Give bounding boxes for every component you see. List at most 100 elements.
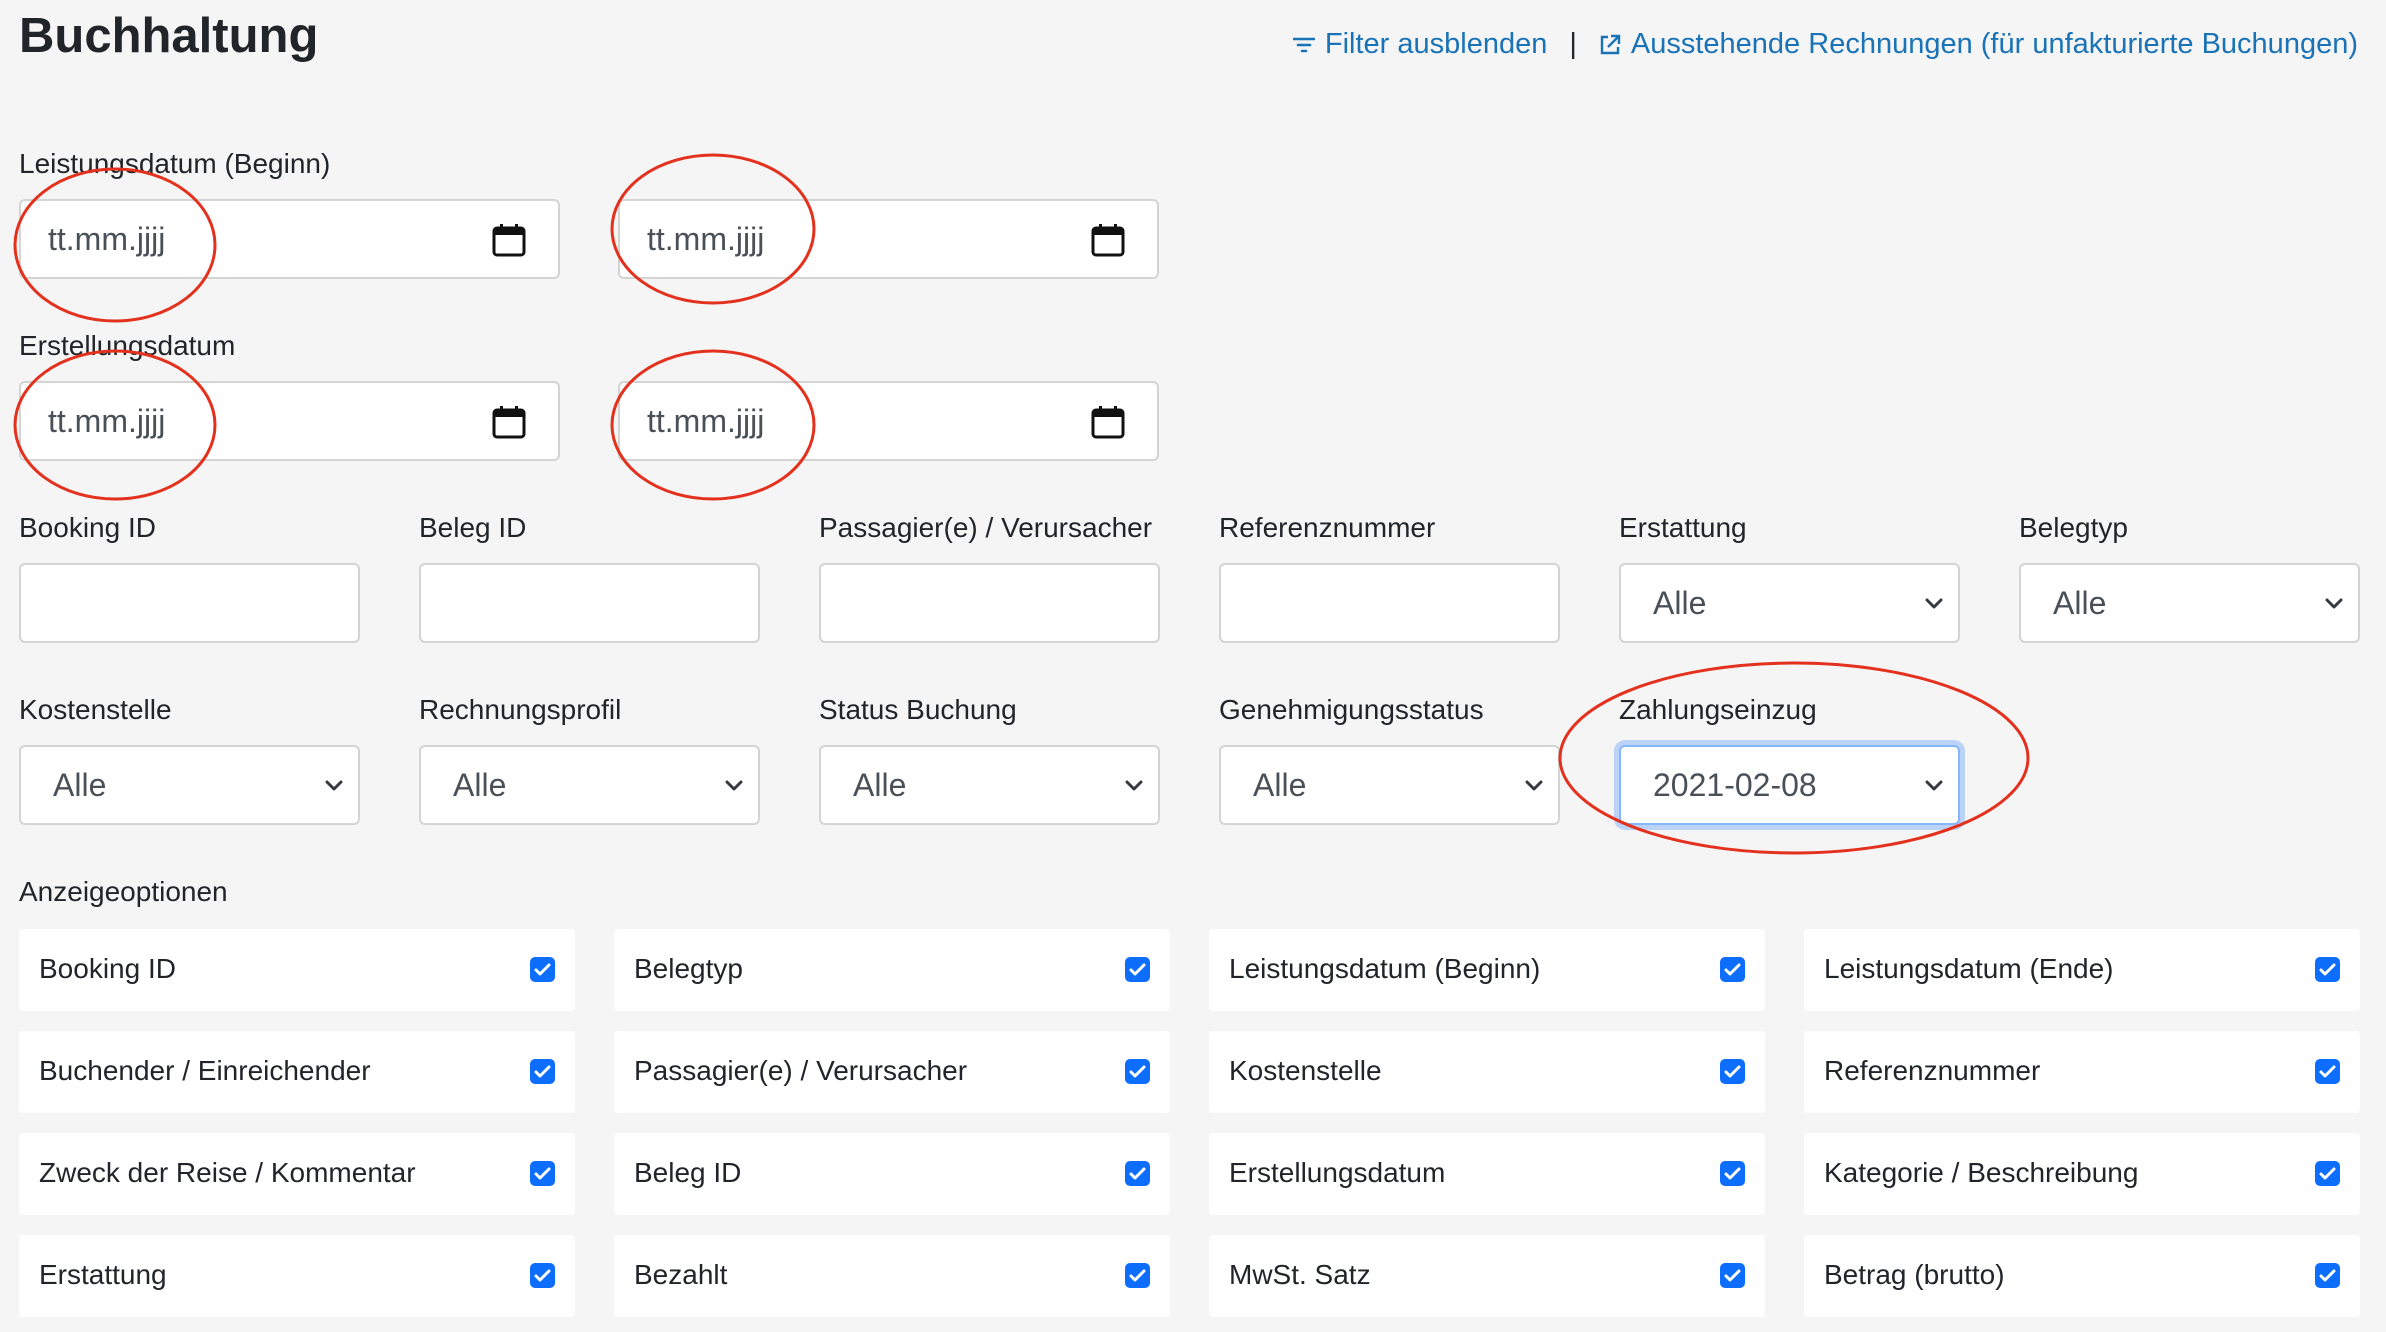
- checkmark-icon: [1129, 1167, 1146, 1180]
- display-option-item[interactable]: Referenznummer: [1804, 1031, 2360, 1113]
- leistungsdatum-label: Leistungsdatum (Beginn): [19, 148, 331, 179]
- booking-id-label: Booking ID: [19, 512, 156, 543]
- rechnungsprofil-select[interactable]: Alle: [419, 745, 760, 825]
- leistungsdatum-from-input[interactable]: tt.mm.jjjj: [19, 199, 560, 279]
- display-option-label: Bezahlt: [634, 1259, 728, 1290]
- display-option-item[interactable]: Leistungsdatum (Ende): [1804, 929, 2360, 1011]
- display-option-item[interactable]: Erstellungsdatum: [1209, 1133, 1765, 1215]
- calendar-icon[interactable]: [1091, 223, 1125, 257]
- display-option-checkbox[interactable]: [530, 1263, 555, 1288]
- display-option-label: Kategorie / Beschreibung: [1824, 1157, 2139, 1188]
- booking-id-input[interactable]: [19, 563, 360, 643]
- chevron-down-icon: [2325, 598, 2343, 609]
- referenznummer-input[interactable]: [1219, 563, 1560, 643]
- display-option-item[interactable]: Zweck der Reise / Kommentar: [19, 1133, 575, 1215]
- calendar-icon[interactable]: [492, 405, 526, 439]
- display-option-item[interactable]: Leistungsdatum (Beginn): [1209, 929, 1765, 1011]
- zahlungseinzug-value: 2021-02-08: [1653, 767, 1817, 803]
- display-option-item[interactable]: Beleg ID: [614, 1133, 1170, 1215]
- display-option-checkbox[interactable]: [2315, 1059, 2340, 1084]
- genehmigungsstatus-select[interactable]: Alle: [1219, 745, 1560, 825]
- display-option-checkbox[interactable]: [530, 1059, 555, 1084]
- display-option-item[interactable]: Kategorie / Beschreibung: [1804, 1133, 2360, 1215]
- belegtyp-select[interactable]: Alle: [2019, 563, 2360, 643]
- checkmark-icon: [1129, 1065, 1146, 1078]
- display-option-item[interactable]: Erstattung: [19, 1235, 575, 1317]
- display-option-item[interactable]: Betrag (brutto): [1804, 1235, 2360, 1317]
- erstattung-label: Erstattung: [1619, 512, 1747, 543]
- checkmark-icon: [1724, 963, 1741, 976]
- erstattung-select[interactable]: Alle: [1619, 563, 1960, 643]
- erstellungsdatum-from-input[interactable]: tt.mm.jjjj: [19, 381, 560, 461]
- genehmigungsstatus-value: Alle: [1253, 767, 1307, 803]
- display-option-label: Leistungsdatum (Beginn): [1229, 953, 1541, 984]
- display-option-checkbox[interactable]: [1720, 1059, 1745, 1084]
- display-option-item[interactable]: Belegtyp: [614, 929, 1170, 1011]
- display-option-checkbox[interactable]: [2315, 1263, 2340, 1288]
- external-link-icon: [1600, 34, 1621, 54]
- chevron-down-icon: [725, 780, 743, 791]
- zahlungseinzug-select[interactable]: 2021-02-08: [1619, 745, 1960, 825]
- display-option-checkbox[interactable]: [2315, 957, 2340, 982]
- leistungsdatum-to-input[interactable]: tt.mm.jjjj: [618, 199, 1159, 279]
- checkmark-icon: [2319, 1167, 2336, 1180]
- display-option-checkbox[interactable]: [1125, 957, 1150, 982]
- passagier-input[interactable]: [819, 563, 1160, 643]
- display-option-checkbox[interactable]: [1720, 957, 1745, 982]
- display-option-checkbox[interactable]: [530, 957, 555, 982]
- belegtyp-label: Belegtyp: [2019, 512, 2128, 543]
- display-option-item[interactable]: Buchender / Einreichender: [19, 1031, 575, 1113]
- checkmark-icon: [1724, 1065, 1741, 1078]
- display-option-label: Kostenstelle: [1229, 1055, 1382, 1086]
- zahlungseinzug-label: Zahlungseinzug: [1619, 694, 1817, 725]
- checkmark-icon: [2319, 1065, 2336, 1078]
- calendar-icon[interactable]: [1091, 405, 1125, 439]
- page-title: Buchhaltung: [19, 9, 319, 63]
- erstellungsdatum-to-input[interactable]: tt.mm.jjjj: [618, 381, 1159, 461]
- beleg-id-input[interactable]: [419, 563, 760, 643]
- display-option-checkbox[interactable]: [1720, 1161, 1745, 1186]
- erstattung-value: Alle: [1653, 585, 1707, 621]
- date-placeholder: tt.mm.jjjj: [48, 221, 166, 257]
- status-buchung-select[interactable]: Alle: [819, 745, 1160, 825]
- pending-invoices-link[interactable]: Ausstehende Rechnungen (für unfakturiert…: [1599, 28, 2358, 61]
- checkmark-icon: [2319, 963, 2336, 976]
- erstellungsdatum-label: Erstellungsdatum: [19, 330, 236, 361]
- calendar-icon[interactable]: [492, 223, 526, 257]
- display-option-checkbox[interactable]: [1125, 1263, 1150, 1288]
- kostenstelle-select[interactable]: Alle: [19, 745, 360, 825]
- passagier-label: Passagier(e) / Verursacher: [819, 512, 1153, 543]
- display-option-checkbox[interactable]: [1125, 1161, 1150, 1186]
- date-placeholder: tt.mm.jjjj: [48, 403, 166, 439]
- filter-hide-label: Filter ausblenden: [1324, 28, 1548, 60]
- display-option-checkbox[interactable]: [2315, 1161, 2340, 1186]
- display-option-checkbox[interactable]: [530, 1161, 555, 1186]
- filter-icon: [1292, 37, 1315, 52]
- display-option-checkbox[interactable]: [1720, 1263, 1745, 1288]
- checkmark-icon: [1129, 963, 1146, 976]
- chevron-down-icon: [1125, 780, 1143, 791]
- chevron-down-icon: [325, 780, 343, 791]
- kostenstelle-label: Kostenstelle: [19, 694, 172, 725]
- display-option-item[interactable]: Bezahlt: [614, 1235, 1170, 1317]
- belegtyp-value: Alle: [2053, 585, 2107, 621]
- filter-hide-link[interactable]: Filter ausblenden: [1292, 28, 1548, 61]
- display-option-label: Passagier(e) / Verursacher: [634, 1055, 968, 1086]
- date-placeholder: tt.mm.jjjj: [647, 403, 765, 439]
- status-buchung-value: Alle: [853, 767, 907, 803]
- checkmark-icon: [1724, 1269, 1741, 1282]
- display-option-item[interactable]: Booking ID: [19, 929, 575, 1011]
- display-option-item[interactable]: Kostenstelle: [1209, 1031, 1765, 1113]
- display-option-item[interactable]: MwSt. Satz: [1209, 1235, 1765, 1317]
- display-option-item[interactable]: Passagier(e) / Verursacher: [614, 1031, 1170, 1113]
- kostenstelle-value: Alle: [53, 767, 107, 803]
- chevron-down-icon: [1925, 598, 1943, 609]
- genehmigungsstatus-label: Genehmigungsstatus: [1219, 694, 1484, 725]
- display-option-label: Referenznummer: [1824, 1055, 2041, 1086]
- date-placeholder: tt.mm.jjjj: [647, 221, 765, 257]
- display-option-label: MwSt. Satz: [1229, 1259, 1371, 1290]
- display-option-checkbox[interactable]: [1125, 1059, 1150, 1084]
- checkmark-icon: [2319, 1269, 2336, 1282]
- checkmark-icon: [1724, 1167, 1741, 1180]
- display-option-label: Erstattung: [39, 1259, 167, 1290]
